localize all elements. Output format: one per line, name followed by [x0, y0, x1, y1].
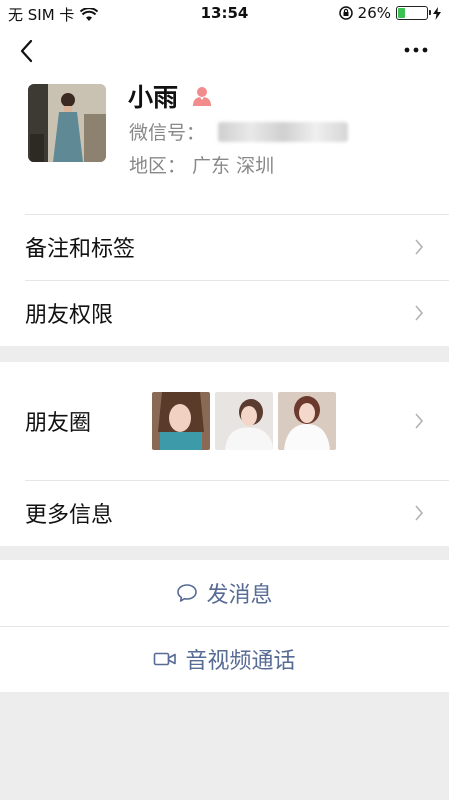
- moments-item[interactable]: 朋友圈: [0, 362, 449, 480]
- battery-level: [398, 8, 405, 18]
- friend-permissions-item[interactable]: 朋友权限: [0, 280, 449, 346]
- send-message-button[interactable]: 发消息: [0, 560, 449, 626]
- orientation-lock-icon: [338, 6, 353, 20]
- profile-header: 小雨 微信号： 地区： 广东 深圳: [0, 76, 449, 214]
- send-message-label: 发消息: [206, 583, 273, 608]
- actions-group: 发消息 音视频通话: [0, 560, 449, 692]
- wechat-id-label: 微信号：: [129, 122, 206, 144]
- chevron-right-icon: [415, 505, 424, 521]
- moments-info-group: 朋友圈 更多信息: [0, 362, 449, 546]
- wechat-id-masked-value: [218, 122, 348, 142]
- moments-thumbnail: [152, 392, 210, 450]
- avatar-photo: [28, 84, 106, 162]
- chevron-right-icon: [415, 305, 424, 321]
- region-label: 地区： 广东 深圳: [129, 155, 275, 177]
- status-bar: 无 SIM 卡 13:54 26%: [0, 0, 449, 26]
- battery-icon: [396, 6, 431, 20]
- friend-permissions-label: 朋友权限: [25, 303, 114, 328]
- female-gender-icon: [193, 87, 211, 106]
- moments-thumbnail: [215, 392, 273, 450]
- video-call-label: 音视频通话: [185, 649, 296, 674]
- remarks-tags-item[interactable]: 备注和标签: [0, 214, 449, 280]
- video-camera-icon: [154, 652, 177, 666]
- chevron-right-icon: [415, 413, 424, 429]
- remarks-tags-label: 备注和标签: [25, 237, 136, 262]
- back-icon[interactable]: [16, 36, 40, 66]
- chat-bubble-icon: [177, 584, 198, 602]
- battery-percent: 26%: [357, 4, 391, 22]
- moments-label: 朋友圈: [25, 411, 92, 436]
- chevron-right-icon: [415, 239, 424, 255]
- moments-thumbnails: [152, 392, 336, 450]
- more-info-label: 更多信息: [25, 503, 114, 528]
- avatar[interactable]: [28, 84, 106, 162]
- contact-name: 小雨: [128, 83, 179, 112]
- charging-icon: [433, 6, 441, 20]
- more-info-item[interactable]: 更多信息: [0, 480, 449, 546]
- nav-bar: [0, 26, 449, 76]
- video-call-button[interactable]: 音视频通话: [0, 626, 449, 692]
- more-icon[interactable]: [401, 38, 431, 62]
- moments-thumbnail: [278, 392, 336, 450]
- contact-settings-group: 备注和标签 朋友权限: [0, 214, 449, 346]
